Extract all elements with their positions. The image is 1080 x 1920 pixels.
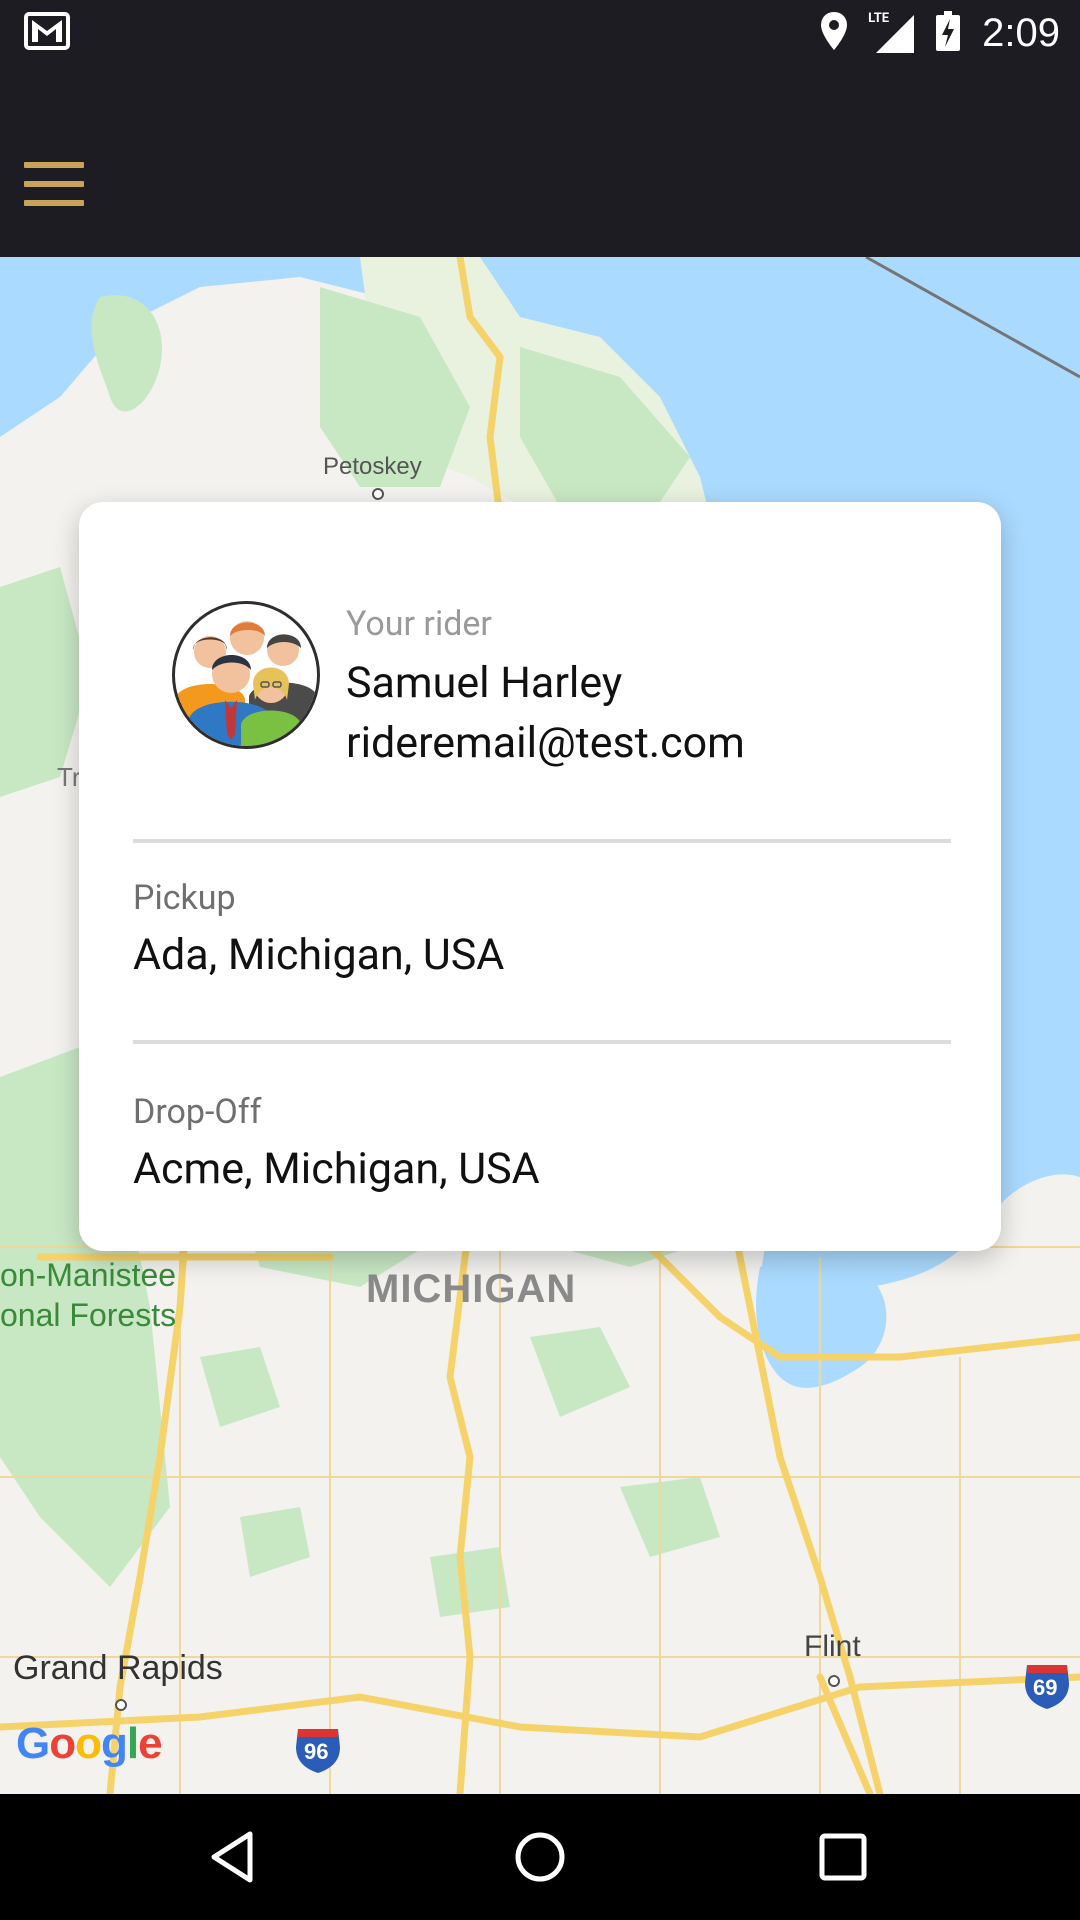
map-label-forest-line2: onal Forests [0,1297,177,1333]
status-bar: LTE 2:09 [0,0,1080,66]
dropoff-value: Acme, Michigan, USA [133,1144,540,1194]
home-icon[interactable] [507,1824,573,1890]
map-label-forest-line1: on-Manistee [0,1257,177,1293]
rider-avatar [172,601,320,749]
system-nav-bar [0,1794,1080,1920]
map-label-grand-rapids: Grand Rapids [13,1649,223,1687]
pickup-label: Pickup [133,878,236,918]
lte-signal-icon: LTE [868,11,915,53]
rider-name: Samuel Harley [346,658,623,708]
map-label-flint: Flint [804,1630,861,1663]
location-icon [820,11,848,55]
divider [133,839,951,843]
divider [133,1040,951,1044]
rider-info-card: Your rider Samuel Harley rideremail@test… [79,502,1001,1251]
dropoff-label: Drop-Off [133,1092,262,1132]
pickup-value: Ada, Michigan, USA [133,930,505,980]
back-icon[interactable] [202,1824,268,1890]
group-people-icon [175,621,317,746]
hamburger-menu-icon[interactable] [24,162,84,206]
interstate-96-label: 96 [304,1739,329,1764]
recents-icon[interactable] [810,1824,876,1890]
map-label-traverse: Tr [57,762,81,792]
google-attribution-logo: Google [16,1719,163,1768]
interstate-69-label: 69 [1033,1675,1058,1700]
gmail-notification-icon [24,12,70,54]
map-label-petoskey: Petoskey [323,453,422,480]
rider-email: rideremail@test.com [346,718,745,768]
map-label-state: MICHIGAN [366,1267,577,1311]
app-bar [0,66,1080,257]
status-time: 2:09 [982,10,1060,55]
rider-caption: Your rider [346,604,492,644]
battery-charging-icon [936,11,961,55]
